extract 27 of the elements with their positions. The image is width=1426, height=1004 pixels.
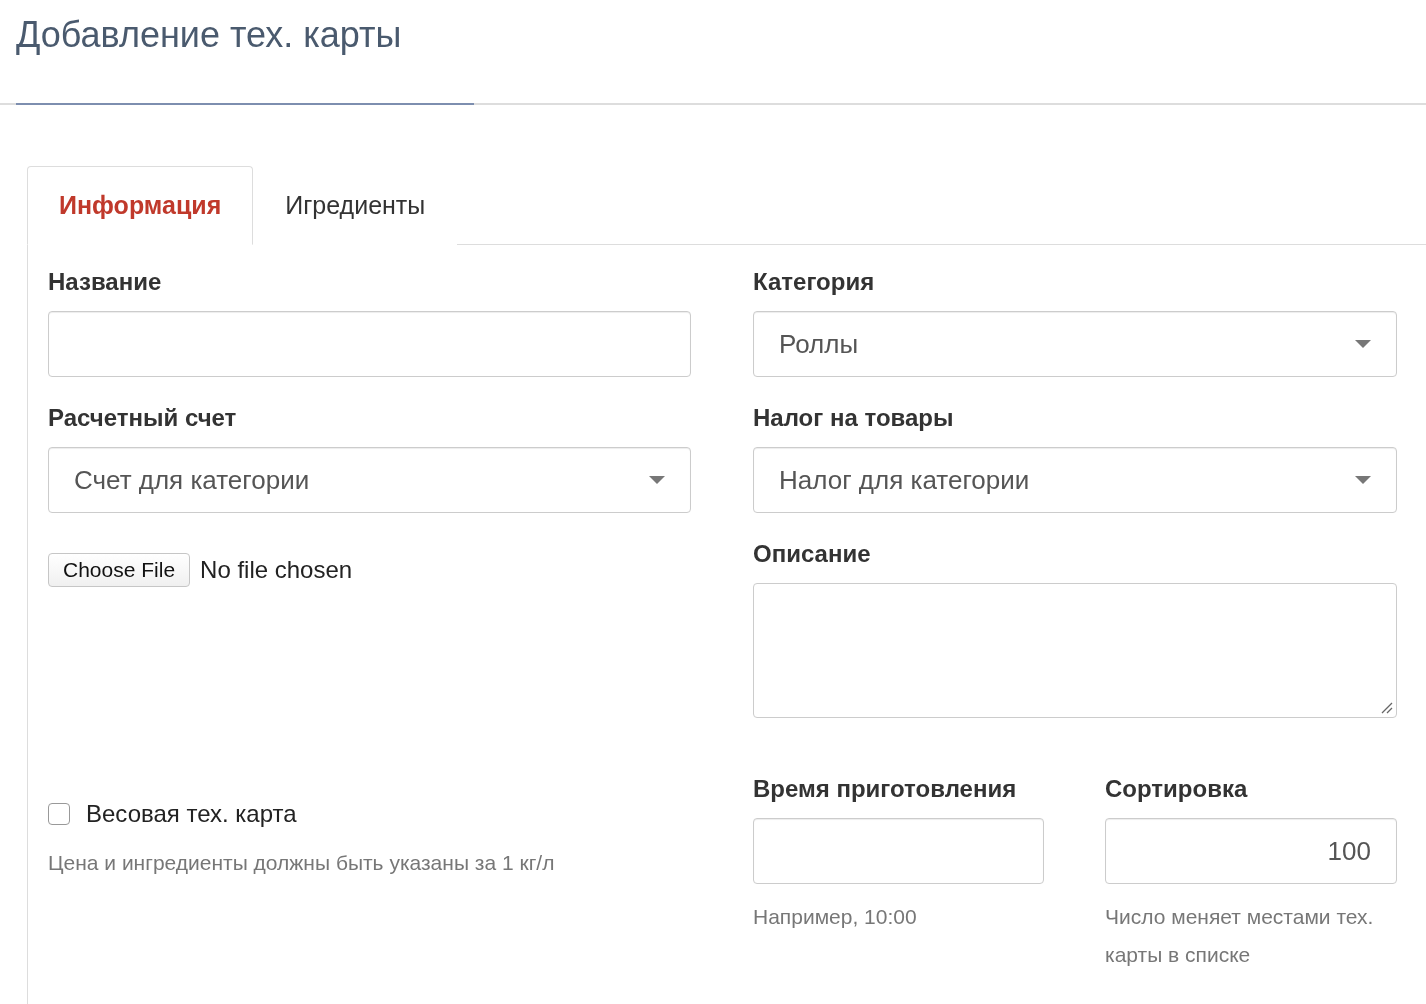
help-text: Цена и ингредиенты должны быть указаны за 1 кг/л: [48, 850, 556, 876]
field-label: Расчетный счет: [48, 403, 238, 433]
tab[interactable]: Информация: [27, 166, 254, 245]
field-label: Сортировка: [1105, 774, 1249, 804]
resize-handle-icon: [1379, 700, 1393, 714]
time-input-field[interactable]: [753, 818, 1044, 884]
name-input-field[interactable]: [48, 311, 691, 377]
field-label: Время приготовления: [753, 774, 1018, 804]
caret-icon: [1355, 476, 1371, 484]
checkbox-label: Весовая тех. карта: [86, 800, 297, 828]
field-label: Категория: [753, 267, 876, 297]
help-text: Число меняет местами тех. карты в списке: [1105, 904, 1375, 968]
field-label: Название: [48, 267, 163, 297]
description-textarea[interactable]: [753, 583, 1397, 718]
page-title: Добавление тех. карты: [16, 14, 403, 56]
file-status: No file chosen: [200, 556, 353, 584]
tax-select[interactable]: Налог для категории: [753, 447, 1397, 513]
account-select[interactable]: Счет для категории: [48, 447, 691, 513]
sort-input-field[interactable]: 100: [1105, 818, 1397, 884]
caret-icon: [649, 476, 665, 484]
category-select[interactable]: Роллы: [753, 311, 1397, 377]
help-text: Например, 10:00: [753, 904, 918, 930]
field-label: Налог на товары: [753, 403, 955, 433]
caret-icon: [1355, 340, 1371, 348]
checkbox[interactable]: [48, 803, 70, 825]
field-label: Описание: [753, 539, 872, 569]
choose-file-button[interactable]: Choose File: [48, 553, 191, 587]
